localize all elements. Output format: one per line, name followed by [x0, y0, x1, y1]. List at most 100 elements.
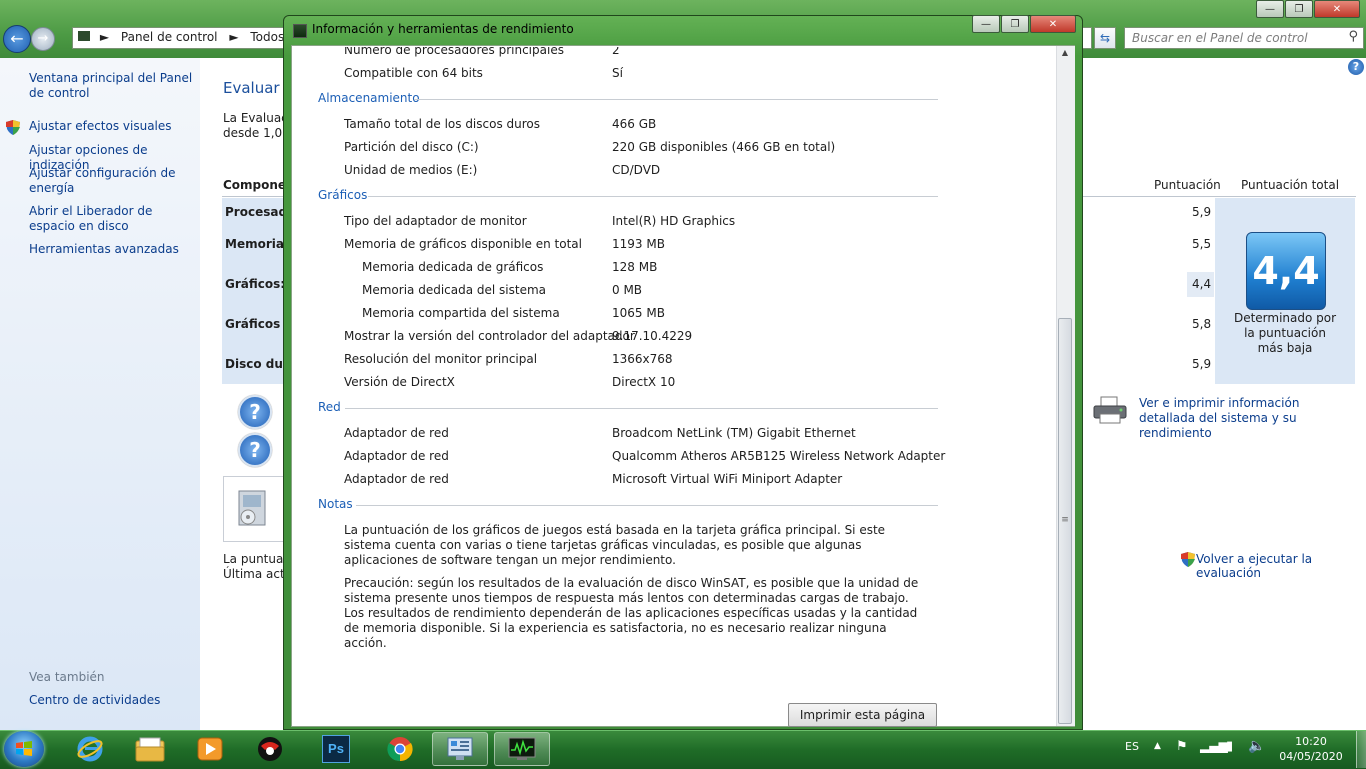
- base-score-badge: 4,4: [1246, 232, 1326, 310]
- info-value: 1366x768: [612, 352, 673, 366]
- info-value: Microsoft Virtual WiFi Miniport Adapter: [612, 472, 843, 486]
- search-icon[interactable]: ⚲: [1348, 29, 1358, 44]
- section-graphics-title: Gráficos: [318, 188, 368, 202]
- game-app-icon: [258, 737, 282, 761]
- score-value: 4,4: [1192, 277, 1212, 291]
- control-panel-icon: [447, 737, 473, 760]
- refresh-button[interactable]: ⇆: [1094, 27, 1116, 49]
- back-button[interactable]: ←: [3, 25, 31, 53]
- footer-text: Última actu: [223, 567, 293, 581]
- info-value: Sí: [612, 66, 623, 80]
- media-player-icon: [197, 737, 223, 761]
- row-label: Procesad: [225, 205, 288, 219]
- info-label: Resolución del monitor principal: [344, 352, 538, 366]
- taskbar-internet-explorer[interactable]: [62, 732, 118, 766]
- language-indicator[interactable]: ES: [1125, 740, 1139, 753]
- photoshop-icon: Ps: [322, 735, 350, 763]
- close-button[interactable]: ✕: [1030, 15, 1076, 33]
- shield-icon: [1181, 552, 1195, 567]
- taskbar-chrome[interactable]: [372, 732, 428, 766]
- section-divider: [345, 408, 938, 409]
- scrollbar-grip-icon: ≡: [1061, 515, 1069, 525]
- row-label: Gráficos:: [225, 277, 286, 291]
- taskbar-file-explorer[interactable]: [122, 732, 178, 766]
- maximize-button[interactable]: ❐: [1285, 0, 1313, 18]
- link-power-settings[interactable]: Ajustar configuración de energía: [29, 166, 194, 196]
- performance-tools-icon: [238, 490, 266, 526]
- folder-icon: [135, 737, 165, 762]
- network-signal-icon[interactable]: ▂▄▆: [1200, 739, 1228, 753]
- info-label: Versión de DirectX: [344, 375, 455, 389]
- print-details-link[interactable]: Ver e imprimir información detallada del…: [1139, 396, 1359, 441]
- show-desktop-button[interactable]: [1356, 731, 1366, 768]
- section-divider: [368, 196, 938, 197]
- battery-icon[interactable]: ▮: [1226, 739, 1233, 754]
- link-visual-effects[interactable]: Ajustar efectos visuales: [29, 119, 194, 134]
- control-panel-icon: [78, 31, 90, 41]
- taskbar-game-app[interactable]: [242, 732, 298, 766]
- section-network-title: Red: [318, 400, 341, 414]
- info-label: Memoria dedicada del sistema: [362, 283, 547, 297]
- base-score-caption: Determinado por la puntuación más baja: [1233, 311, 1337, 355]
- clock[interactable]: 10:20 04/05/2020: [1276, 734, 1346, 764]
- shield-icon: [6, 120, 20, 135]
- info-label: Adaptador de red: [344, 426, 449, 440]
- show-hidden-icons-icon[interactable]: ▲: [1154, 741, 1161, 751]
- info-label: Adaptador de red: [344, 449, 449, 463]
- maximize-button[interactable]: ❐: [1001, 15, 1029, 33]
- tip-box: [223, 476, 285, 542]
- help-question-icon[interactable]: ?: [238, 395, 272, 429]
- info-label: Memoria de gráficos disponible en total: [344, 237, 582, 251]
- taskbar-control-panel[interactable]: [432, 732, 488, 766]
- see-also-heading: Vea también: [29, 670, 105, 684]
- info-value: 1065 MB: [612, 306, 665, 320]
- info-value: 128 MB: [612, 260, 658, 274]
- control-panel-title-buttons: — ❐ ✕: [1256, 0, 1360, 18]
- minimize-button[interactable]: —: [1256, 0, 1284, 18]
- chevron-right-icon[interactable]: ►: [100, 30, 109, 44]
- link-disk-cleanup[interactable]: Abrir el Liberador de espacio en disco: [29, 204, 194, 234]
- scroll-up-icon[interactable]: ▲: [1058, 48, 1072, 62]
- chevron-right-icon[interactable]: ►: [229, 30, 238, 44]
- breadcrumb-item[interactable]: Panel de control: [121, 30, 218, 44]
- back-arrow-icon: ←: [10, 29, 24, 48]
- info-value: CD/DVD: [612, 163, 661, 177]
- note-paragraph: La puntuación de los gráficos de juegos …: [344, 523, 886, 567]
- taskbar-performance-monitor[interactable]: [494, 732, 550, 766]
- search-input[interactable]: Buscar en el Panel de control: [1124, 27, 1364, 49]
- info-value: DirectX 10: [612, 375, 676, 389]
- link-advanced-tools[interactable]: Herramientas avanzadas: [29, 242, 194, 257]
- chrome-icon: [387, 737, 413, 762]
- taskbar-photoshop[interactable]: Ps: [308, 732, 364, 766]
- info-label: Mostrar la versión del controlador del a…: [344, 329, 635, 343]
- address-bar-end[interactable]: [1082, 27, 1092, 49]
- refresh-icon: ⇆: [1099, 31, 1111, 45]
- info-value: 466 GB: [612, 117, 657, 131]
- photoshop-label: Ps: [328, 741, 344, 756]
- help-icon[interactable]: ?: [1348, 59, 1364, 75]
- forward-button[interactable]: →: [31, 27, 55, 51]
- info-label: Tipo del adaptador de monitor: [344, 214, 527, 228]
- forward-arrow-icon: →: [37, 31, 49, 46]
- info-value: 0 MB: [612, 283, 643, 297]
- rerun-assessment-link[interactable]: Volver a ejecutar la evaluación: [1196, 552, 1366, 580]
- taskbar-media-player[interactable]: [182, 732, 238, 766]
- info-label: Memoria dedicada de gráficos: [362, 260, 544, 274]
- info-value: Intel(R) HD Graphics: [612, 214, 736, 228]
- clock-date: 04/05/2020: [1279, 750, 1343, 763]
- info-label: Unidad de medios (E:): [344, 163, 478, 177]
- score-value: 5,9: [1192, 205, 1212, 219]
- link-control-panel-home[interactable]: Ventana principal del Panel de control: [29, 71, 194, 101]
- section-divider: [356, 505, 938, 506]
- info-label: Adaptador de red: [344, 472, 449, 486]
- print-page-button[interactable]: Imprimir esta página: [788, 703, 937, 727]
- minimize-button[interactable]: —: [972, 15, 1000, 33]
- help-question-icon[interactable]: ?: [238, 433, 272, 467]
- section-notes-title: Notas: [318, 497, 353, 511]
- close-button[interactable]: ✕: [1314, 0, 1360, 18]
- column-total: Puntuación total: [1241, 178, 1340, 192]
- action-center-flag-icon[interactable]: ⚑: [1176, 739, 1188, 754]
- dialog-title: Información y herramientas de rendimient…: [312, 22, 574, 36]
- volume-icon[interactable]: 🔈: [1248, 738, 1265, 754]
- link-action-center[interactable]: Centro de actividades: [29, 693, 194, 708]
